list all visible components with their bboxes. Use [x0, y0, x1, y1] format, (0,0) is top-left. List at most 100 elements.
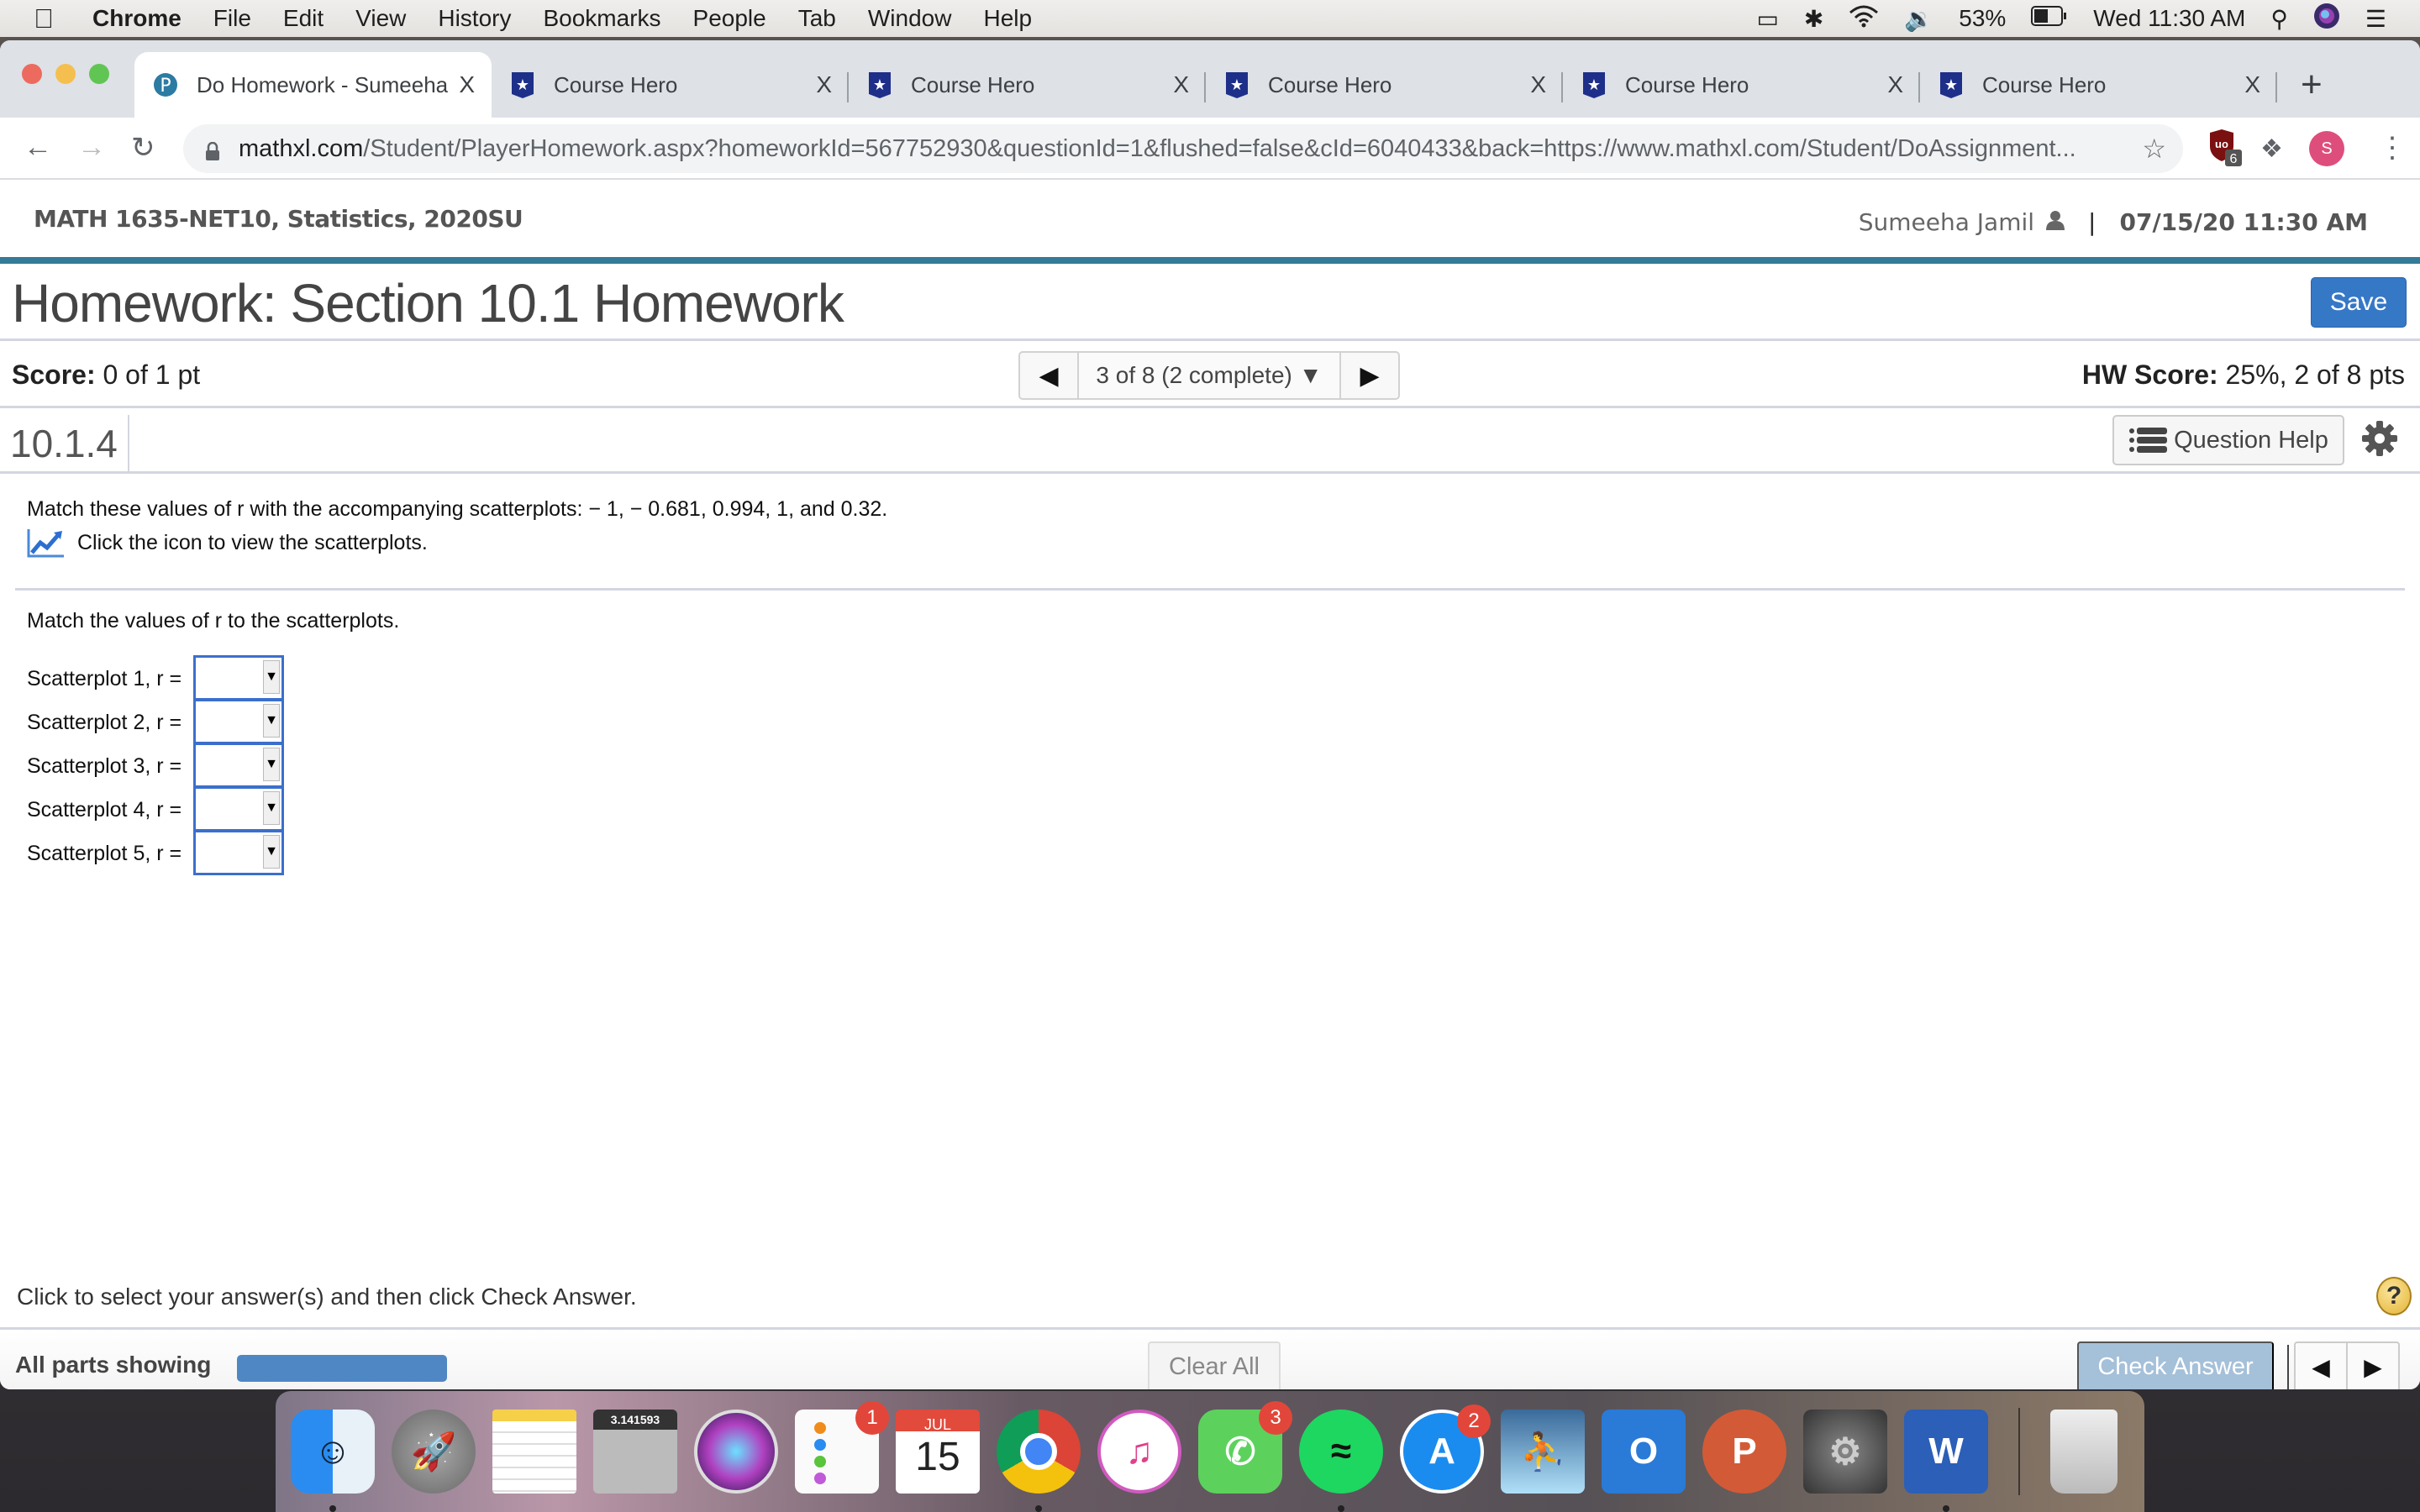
airplay-icon[interactable]: ▭	[1756, 5, 1778, 33]
minimize-window-button[interactable]	[55, 64, 76, 84]
previous-question-button[interactable]: ◀	[1020, 353, 1077, 398]
battery-icon[interactable]	[2031, 5, 2068, 32]
dropdown-arrow-icon[interactable]: ▼	[263, 835, 280, 869]
user-name[interactable]: Sumeeha Jamil	[1859, 208, 2034, 236]
check-answer-button[interactable]: Check Answer	[2077, 1341, 2274, 1389]
match-list: Scatterplot 1, r = ▼ Scatterplot 2, r = …	[0, 633, 2420, 875]
dock-notes-icon[interactable]	[492, 1410, 576, 1494]
scatterplot-2-r-select[interactable]: ▼	[193, 699, 284, 744]
back-arrow-icon[interactable]: ←	[24, 131, 52, 164]
dock-calendar-icon[interactable]: JUL 15	[896, 1410, 980, 1494]
tab-course-hero[interactable]: ★ Course Hero X	[1206, 52, 1563, 118]
dock-app-store-icon[interactable]: A2	[1400, 1404, 1491, 1494]
scatterplot-1-r-select[interactable]: ▼	[193, 655, 284, 701]
wifi-icon[interactable]	[1849, 4, 1879, 34]
tab-title: Do Homework - Sumeeha Jamil	[197, 71, 450, 97]
question-navigator: ◀ 3 of 8 (2 complete) ▼ ▶	[1018, 351, 1400, 400]
dock-calculator-icon[interactable]: 3.141593	[593, 1410, 677, 1494]
apple-menu-icon[interactable]: 	[34, 3, 67, 34]
scatterplot-4-label: Scatterplot 4, r =	[27, 797, 182, 822]
reload-icon[interactable]: ↻	[131, 131, 155, 165]
course-hero-icon: ★	[1226, 72, 1248, 98]
tab-close-icon[interactable]: X	[1530, 71, 1546, 98]
siri-icon[interactable]	[2313, 3, 2340, 35]
dropdown-arrow-icon[interactable]: ▼	[263, 704, 280, 738]
menu-file[interactable]: File	[213, 5, 251, 32]
new-tab-button[interactable]: +	[2301, 64, 2323, 106]
tab-do-homework[interactable]: P Do Homework - Sumeeha Jamil X	[134, 52, 492, 118]
tab-course-hero[interactable]: ★ Course Hero X	[1920, 52, 2277, 118]
close-window-button[interactable]	[22, 64, 42, 84]
scatterplot-chart-icon[interactable]	[27, 528, 66, 558]
clear-all-button[interactable]: Clear All	[1148, 1341, 1281, 1389]
hw-score-value: 25%, 2 of 8 pts	[2225, 360, 2405, 390]
dock-launchpad-icon[interactable]: 🚀	[392, 1410, 476, 1494]
scatterplot-5-r-select[interactable]: ▼	[193, 830, 284, 875]
spotlight-search-icon[interactable]: ⚲	[2270, 5, 2288, 33]
dock-itunes-icon[interactable]: ♫	[1097, 1410, 1181, 1494]
tab-course-hero[interactable]: ★ Course Hero X	[849, 52, 1206, 118]
notification-badge: 3	[1259, 1401, 1292, 1435]
scatterplot-4-r-select[interactable]: ▼	[193, 786, 284, 832]
menu-bookmarks[interactable]: Bookmarks	[543, 5, 660, 32]
question-id-row: 10.1.4 Question Help	[0, 408, 2420, 474]
menu-history[interactable]: History	[438, 5, 511, 32]
next-question-button[interactable]: ▶	[1341, 353, 1398, 398]
tab-close-icon[interactable]: X	[1173, 71, 1189, 98]
dropdown-arrow-icon[interactable]: ▼	[263, 791, 280, 825]
profile-avatar[interactable]: S	[2309, 131, 2344, 166]
question-help-button[interactable]: Question Help	[2112, 415, 2344, 465]
help-question-icon[interactable]: ?	[2376, 1277, 2412, 1315]
settings-gear-icon[interactable]	[2361, 420, 2398, 457]
menu-view[interactable]: View	[355, 5, 406, 32]
menu-window[interactable]: Window	[868, 5, 952, 32]
save-button[interactable]: Save	[2311, 277, 2407, 328]
tab-close-icon[interactable]: X	[816, 71, 832, 98]
menu-edit[interactable]: Edit	[283, 5, 324, 32]
dock-system-preferences-icon[interactable]: ⚙	[1803, 1410, 1887, 1494]
address-bar[interactable]: mathxl.com /Student/PlayerHomework.aspx?…	[183, 124, 2183, 173]
question-selector-dropdown[interactable]: 3 of 8 (2 complete) ▼	[1077, 353, 1341, 398]
tab-course-hero[interactable]: ★ Course Hero X	[492, 52, 849, 118]
dock-word-icon[interactable]: W	[1904, 1410, 1988, 1512]
chrome-menu-icon[interactable]: ⋮	[2378, 131, 2407, 165]
match-row: Scatterplot 1, r = ▼	[27, 655, 2393, 701]
bookmark-star-icon[interactable]: ☆	[2142, 133, 2166, 165]
next-part-button[interactable]: ▶	[2348, 1343, 2398, 1389]
tab-close-icon[interactable]: X	[2244, 71, 2260, 98]
dock-reminders-icon[interactable]: 1	[795, 1401, 889, 1494]
forward-arrow-icon[interactable]: →	[77, 131, 106, 164]
lock-icon[interactable]	[205, 139, 220, 160]
dock-kindle-icon[interactable]: ⛹	[1501, 1410, 1585, 1494]
caret-down-icon: ▼	[1298, 362, 1323, 388]
tab-close-icon[interactable]: X	[459, 71, 475, 98]
previous-part-button[interactable]: ◀	[2296, 1343, 2348, 1389]
bluetooth-icon[interactable]: ✱	[1804, 5, 1823, 33]
volume-icon[interactable]: 🔉	[1904, 5, 1933, 33]
window-controls	[22, 64, 109, 84]
extensions-puzzle-icon[interactable]: ❖	[2260, 134, 2283, 164]
notification-center-icon[interactable]: ☰	[2365, 5, 2386, 33]
dock-finder-icon[interactable]: ☺	[291, 1410, 375, 1512]
menu-tab[interactable]: Tab	[798, 5, 836, 32]
dock-powerpoint-icon[interactable]: P	[1702, 1410, 1786, 1494]
menu-app-chrome[interactable]: Chrome	[92, 5, 182, 32]
dock-spotify-icon[interactable]: ≈	[1299, 1410, 1383, 1512]
menu-people[interactable]: People	[693, 5, 766, 32]
menu-help[interactable]: Help	[983, 5, 1032, 32]
dock-chrome-icon[interactable]	[997, 1410, 1081, 1512]
menubar-clock[interactable]: Wed 11:30 AM	[2093, 5, 2245, 32]
dock-trash-icon[interactable]	[2050, 1410, 2118, 1494]
tab-course-hero[interactable]: ★ Course Hero X	[1563, 52, 1920, 118]
ublock-extension-icon[interactable]: uo 6	[2208, 129, 2242, 171]
dock-outlook-icon[interactable]: O	[1602, 1410, 1686, 1494]
course-hero-icon: ★	[1940, 72, 1962, 98]
fullscreen-window-button[interactable]	[89, 64, 109, 84]
dropdown-arrow-icon[interactable]: ▼	[263, 660, 280, 694]
dock-facetime-icon[interactable]: ✆ 3	[1198, 1401, 1292, 1494]
dock-siri-icon[interactable]	[694, 1410, 778, 1494]
scatterplot-3-r-select[interactable]: ▼	[193, 743, 284, 788]
match-row: Scatterplot 5, r = ▼	[27, 830, 2393, 875]
tab-close-icon[interactable]: X	[1887, 71, 1903, 98]
dropdown-arrow-icon[interactable]: ▼	[263, 748, 280, 781]
